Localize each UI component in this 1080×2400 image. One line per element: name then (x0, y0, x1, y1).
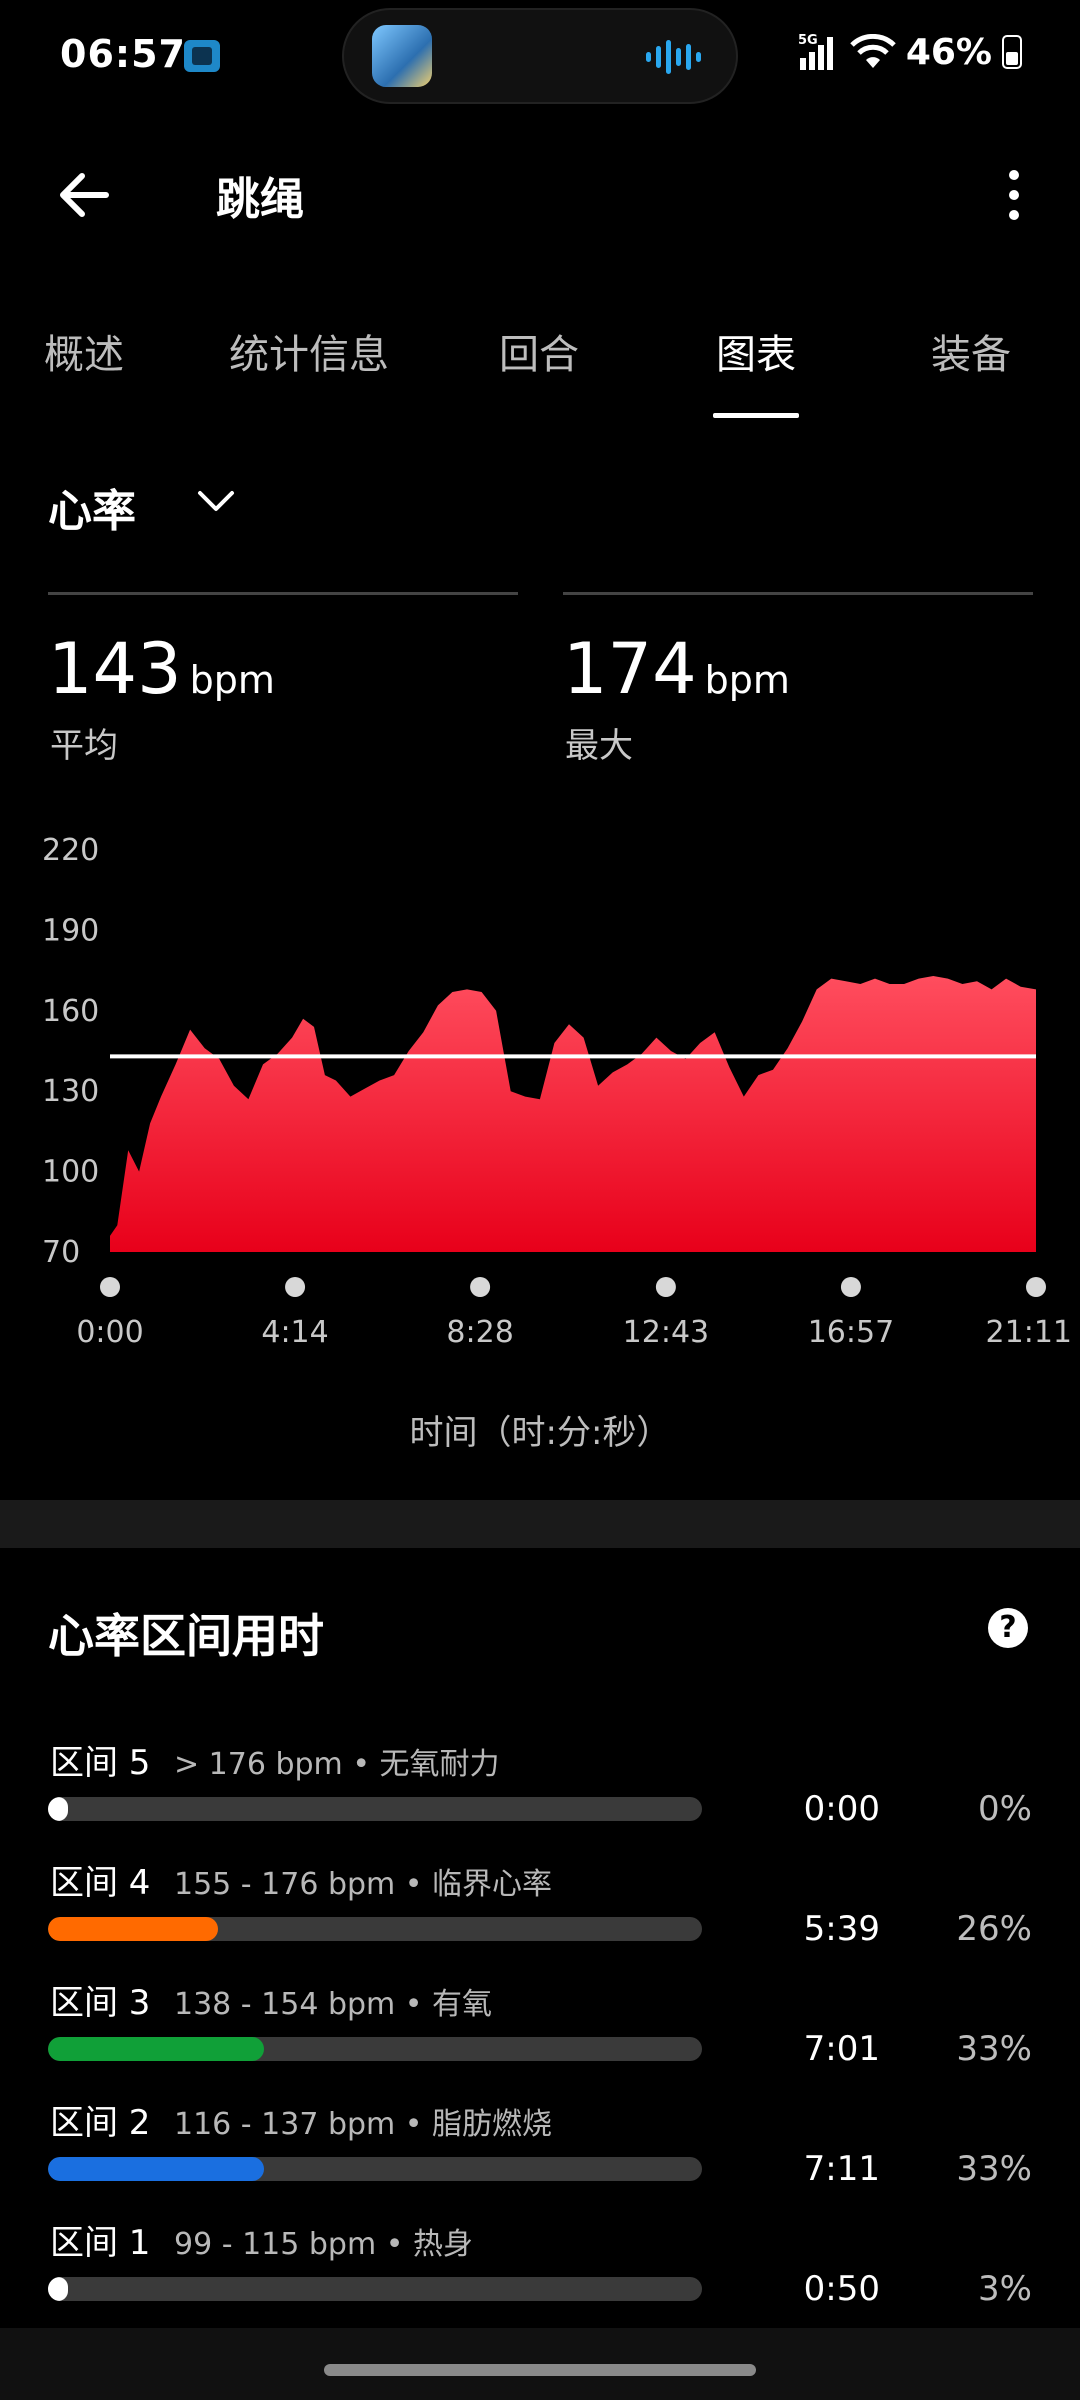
battery-icon (1002, 35, 1022, 69)
zone-range: 116 - 137 bpm • 脂肪燃烧 (174, 2107, 553, 2142)
zone-progress-track (48, 1797, 702, 1821)
x-tick-label: 21:11 (986, 1315, 1072, 1350)
zone-progress-track (48, 2277, 702, 2301)
zone-progress-fill (48, 2157, 264, 2181)
y-tick-label: 160 (42, 994, 99, 1029)
screen: 06:57 5G 46% 跳绳 概述 统计信息 回合 图表 装备 心率 143 … (0, 0, 1080, 2400)
notification-app-icon (184, 40, 220, 72)
back-arrow-icon[interactable] (50, 160, 120, 230)
heart-rate-chart[interactable]: 70 100 130 160 190 220 0:00 4:14 8:28 12:43 16:57… (0, 820, 1080, 1440)
zone-name: 区间 2 (50, 2103, 151, 2143)
metric-dropdown[interactable]: 心率 (48, 475, 136, 539)
x-tick-label: 0:00 (76, 1315, 143, 1350)
max-heart-rate-label: 最大 (565, 726, 633, 766)
tab-stats[interactable]: 统计信息 (229, 322, 389, 380)
zone-row-1[interactable]: 区间 1 99 - 115 bpm • 热身 0:50 3% (0, 2215, 1080, 2325)
zone-percent: 0% (978, 1789, 1032, 1829)
zone-range: 155 - 176 bpm • 临界心率 (174, 1867, 553, 1902)
wifi-icon (850, 34, 896, 68)
zone-row-2[interactable]: 区间 2 116 - 137 bpm • 脂肪燃烧 7:11 33% (0, 2095, 1080, 2205)
zone-range: 138 - 154 bpm • 有氧 (174, 1987, 493, 2022)
battery-percentage: 46% (905, 31, 992, 73)
avg-heart-rate: 143 bpm (48, 628, 275, 710)
cell-signal-icon: 5G (798, 33, 833, 70)
x-tick-label: 12:43 (623, 1315, 709, 1350)
x-tick-label: 8:28 (446, 1315, 513, 1350)
hr-zones-title: 心率区间用时 (48, 1609, 324, 1663)
zone-range: 99 - 115 bpm • 热身 (174, 2227, 473, 2262)
chart-x-axis-label: 时间（时:分:秒） (409, 1413, 671, 1453)
zone-time: 0:00 (803, 1789, 880, 1829)
x-tick-marker (840, 1277, 861, 1297)
zone-name: 区间 5 (50, 1743, 151, 1783)
more-options-icon[interactable] (994, 160, 1034, 230)
music-app-icon (372, 25, 432, 87)
zone-name: 区间 1 (50, 2223, 151, 2263)
zone-row-5[interactable]: 区间 5 > 176 bpm • 无氧耐力 0:00 0% (0, 1735, 1080, 1845)
x-tick-marker (285, 1277, 306, 1297)
zone-percent: 26% (956, 1909, 1032, 1949)
page-title: 跳绳 (216, 174, 304, 225)
x-tick-marker (655, 1277, 676, 1297)
heart-rate-area-series (110, 976, 1036, 1252)
avg-heart-rate-value: 143 (48, 628, 182, 710)
zone-progress-track (48, 1917, 702, 1941)
zone-progress-track (48, 2037, 702, 2061)
max-heart-rate-unit: bpm (704, 658, 790, 702)
x-tick-marker (470, 1277, 491, 1297)
avg-heart-rate-label: 平均 (50, 726, 118, 766)
y-tick-label: 70 (42, 1235, 80, 1270)
zone-time: 5:39 (803, 1909, 880, 1949)
network-type-label: 5G (798, 33, 818, 48)
y-tick-label: 100 (42, 1155, 99, 1190)
max-heart-rate: 174 bpm (563, 628, 790, 710)
status-time: 06:57 (60, 32, 186, 76)
zone-time: 7:11 (803, 2149, 880, 2189)
audio-wave-icon (646, 40, 701, 74)
zone-progress-fill (48, 1797, 68, 1821)
avg-heart-rate-unit: bpm (189, 658, 275, 702)
zone-range: > 176 bpm • 无氧耐力 (174, 1747, 500, 1782)
stat-divider (563, 592, 1033, 595)
section-divider (0, 1500, 1080, 1548)
status-icons: 5G 46% (798, 30, 1022, 74)
y-tick-label: 220 (42, 833, 99, 868)
tab-overview[interactable]: 概述 (44, 322, 124, 380)
x-tick-marker (1026, 1277, 1046, 1297)
zone-progress-track (48, 2157, 702, 2181)
zone-percent: 33% (956, 2149, 1032, 2189)
dynamic-island[interactable] (342, 8, 738, 104)
zone-row-3[interactable]: 区间 3 138 - 154 bpm • 有氧 7:01 33% (0, 1975, 1080, 2085)
zone-name: 区间 4 (50, 1863, 151, 1903)
home-indicator[interactable] (324, 2364, 756, 2376)
zone-progress-fill (48, 1917, 219, 1941)
zone-name: 区间 3 (50, 1983, 151, 2023)
y-tick-label: 190 (42, 913, 99, 948)
zone-percent: 33% (956, 2029, 1032, 2069)
zone-row-4[interactable]: 区间 4 155 - 176 bpm • 临界心率 5:39 26% (0, 1855, 1080, 1965)
zone-time: 0:50 (803, 2269, 880, 2309)
tab-charts[interactable]: 图表 (716, 322, 796, 380)
zone-time: 7:01 (803, 2029, 880, 2069)
y-tick-label: 130 (42, 1074, 99, 1109)
x-tick-label: 16:57 (808, 1315, 894, 1350)
x-tick-label: 4:14 (261, 1315, 328, 1350)
zone-percent: 3% (978, 2269, 1032, 2309)
chevron-down-icon[interactable] (196, 488, 236, 514)
max-heart-rate-value: 174 (563, 628, 697, 710)
status-bar: 06:57 5G 46% (0, 0, 1080, 118)
help-circle-icon[interactable]: ? (988, 1608, 1028, 1648)
tab-rounds[interactable]: 回合 (499, 322, 579, 380)
tab-gear[interactable]: 装备 (931, 322, 1011, 380)
stat-divider (48, 592, 518, 595)
active-tab-indicator (713, 413, 799, 418)
x-tick-marker (100, 1277, 120, 1297)
zone-progress-fill (48, 2037, 264, 2061)
zone-progress-fill (48, 2277, 68, 2301)
